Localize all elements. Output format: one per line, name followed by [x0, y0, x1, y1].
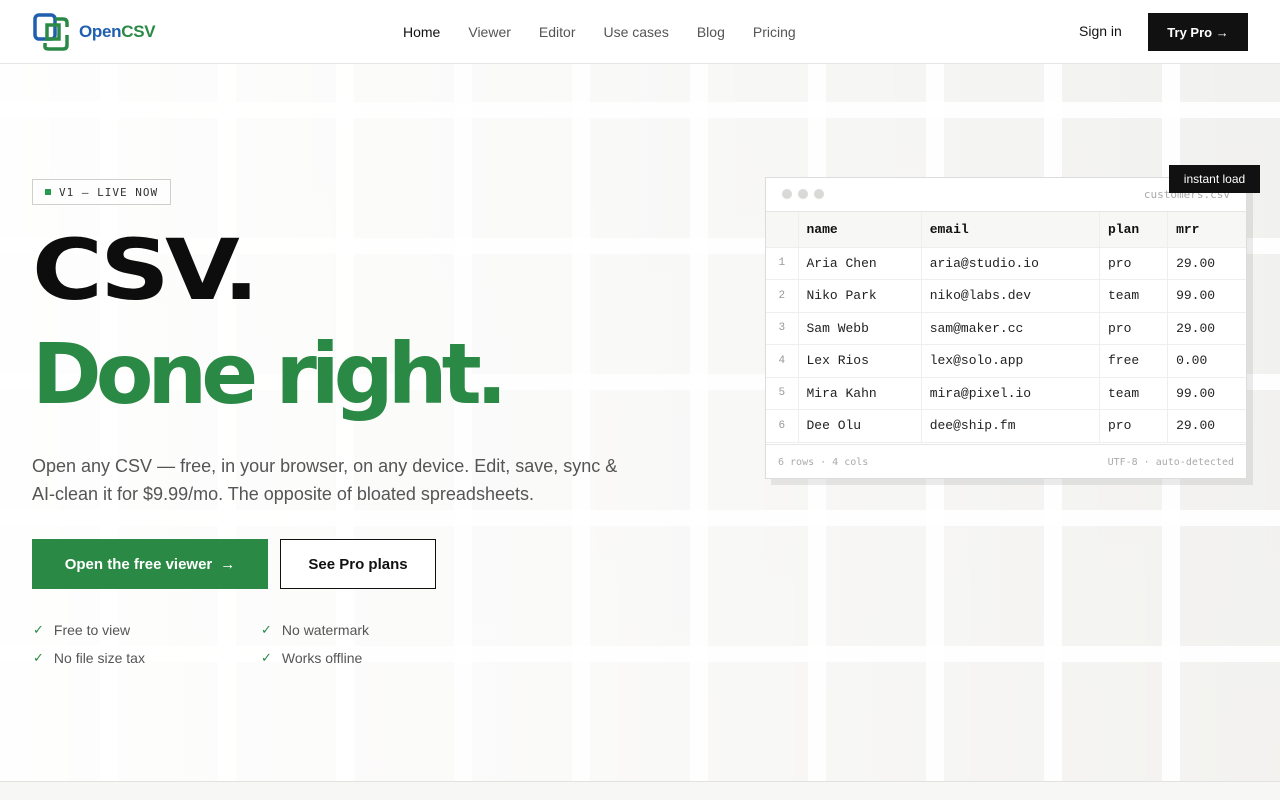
table-row: 1 Aria Chen aria@studio.io pro 29.00 [766, 247, 1246, 280]
table-row: 2 Niko Park niko@labs.dev team 99.00 [766, 279, 1246, 313]
nav-editor[interactable]: Editor [539, 24, 576, 40]
column-header[interactable]: email [920, 212, 1100, 248]
table-cell[interactable]: dee@ship.fm [920, 409, 1100, 443]
hero-subtitle: Open any CSV — free, in your browser, on… [32, 456, 618, 504]
hero-title-line-2: Done right. [32, 325, 508, 423]
table-cell[interactable]: Aria Chen [797, 247, 922, 280]
table-cell[interactable]: 29.00 [1167, 312, 1246, 345]
table-cell[interactable]: sam@maker.cc [920, 312, 1100, 345]
feature-item: ✓ Free to view [33, 622, 130, 638]
table-cell[interactable]: aria@studio.io [920, 247, 1100, 280]
check-icon: ✓ [261, 650, 272, 665]
nav-pricing[interactable]: Pricing [753, 24, 796, 40]
open-free-viewer-label: Open the free viewer [64, 555, 213, 573]
table-cell[interactable]: 29.00 [1167, 409, 1246, 443]
nav-home[interactable]: Home [403, 24, 440, 40]
table-cell[interactable]: Mira Kahn [797, 377, 922, 410]
nav-blog[interactable]: Blog [697, 24, 725, 40]
encoding-info: UTF-8 · auto-detected [1107, 457, 1234, 468]
row-number: 1 [766, 247, 798, 280]
feature-label: Free to view [53, 622, 131, 638]
table-cell[interactable]: Lex Rios [797, 344, 922, 378]
table-row: 6 Dee Olu dee@ship.fm pro 29.00 [766, 409, 1246, 443]
feature-item: ✓ Works offline [261, 650, 362, 666]
feature-item: ✓ No file size tax [33, 650, 145, 666]
row-col-count: 6 rows · 4 cols [778, 457, 869, 468]
check-icon: ✓ [261, 622, 272, 637]
table-row: 3 Sam Webb sam@maker.cc pro 29.00 [766, 312, 1246, 345]
see-pro-plans-button[interactable]: See Pro plans [280, 539, 436, 589]
version-badge: V1 — LIVE NOW [32, 179, 172, 205]
feature-label: No file size tax [53, 650, 145, 666]
table-row: 4 Lex Rios lex@solo.app free 0.00 [766, 344, 1246, 378]
table-cell[interactable]: Dee Olu [797, 409, 922, 443]
row-number: 2 [766, 279, 798, 313]
nav-use-cases[interactable]: Use cases [603, 24, 668, 40]
table-row: 5 Mira Kahn mira@pixel.io team 99.00 [766, 377, 1246, 410]
check-icon: ✓ [33, 650, 44, 665]
column-header[interactable]: mrr [1167, 212, 1246, 248]
row-number: 4 [766, 344, 798, 378]
nav-viewer[interactable]: Viewer [468, 24, 511, 40]
arrow-right-icon: → [220, 555, 236, 573]
table-cell[interactable]: niko@labs.dev [920, 279, 1100, 313]
column-header[interactable]: name [797, 212, 922, 248]
try-pro-button[interactable]: Try Pro → [1148, 13, 1248, 51]
csv-preview-card: customers.csv name email plan mrr 1 Aria… [765, 177, 1247, 479]
table-cell[interactable]: mira@pixel.io [920, 377, 1100, 410]
table-cell[interactable]: pro [1098, 247, 1168, 280]
live-dot-icon [45, 189, 51, 195]
row-number-header [766, 212, 798, 248]
logo-text: OpenCSV [79, 22, 156, 41]
table-cell[interactable]: lex@solo.app [920, 344, 1100, 378]
badge-text: V1 — LIVE NOW [59, 185, 159, 199]
card-footer: 6 rows · 4 cols UTF-8 · auto-detected [766, 444, 1246, 478]
table-cell[interactable]: Niko Park [797, 279, 922, 313]
table-cell[interactable]: pro [1098, 409, 1168, 443]
column-header[interactable]: plan [1098, 212, 1168, 248]
row-number: 6 [766, 409, 798, 443]
csv-table: name email plan mrr 1 Aria Chen aria@stu… [766, 212, 1246, 443]
feature-label: No watermark [281, 622, 370, 638]
feature-label: Works offline [281, 650, 363, 666]
open-free-viewer-button[interactable]: Open the free viewer → [32, 539, 268, 589]
table-cell[interactable]: 29.00 [1167, 247, 1246, 280]
table-cell[interactable]: team [1098, 377, 1168, 410]
table-cell[interactable]: pro [1098, 312, 1168, 345]
feature-item: ✓ No watermark [261, 622, 369, 638]
logo[interactable]: OpenCSV [33, 13, 156, 51]
sign-in-link[interactable]: Sign in [1079, 23, 1122, 39]
table-cell[interactable]: 99.00 [1167, 377, 1246, 410]
check-icon: ✓ [33, 622, 44, 637]
table-cell[interactable]: 0.00 [1167, 344, 1246, 378]
site-header: OpenCSV Home Viewer Editor Use cases Blo… [0, 0, 1280, 64]
table-header-row: name email plan mrr [766, 212, 1246, 248]
table-cell[interactable]: 99.00 [1167, 279, 1246, 313]
table-cell[interactable]: Sam Webb [797, 312, 922, 345]
table-cell[interactable]: team [1098, 279, 1168, 313]
window-dots-icon [782, 189, 824, 199]
instant-load-tag: instant load [1169, 165, 1260, 193]
main-nav: Home Viewer Editor Use cases Blog Pricin… [403, 0, 796, 64]
footer-strip [0, 781, 1280, 800]
table-cell[interactable]: free [1098, 344, 1168, 378]
row-number: 5 [766, 377, 798, 410]
opencsv-logo-icon [33, 13, 69, 51]
hero-title-line-1: CSV. [32, 221, 259, 319]
row-number: 3 [766, 312, 798, 345]
